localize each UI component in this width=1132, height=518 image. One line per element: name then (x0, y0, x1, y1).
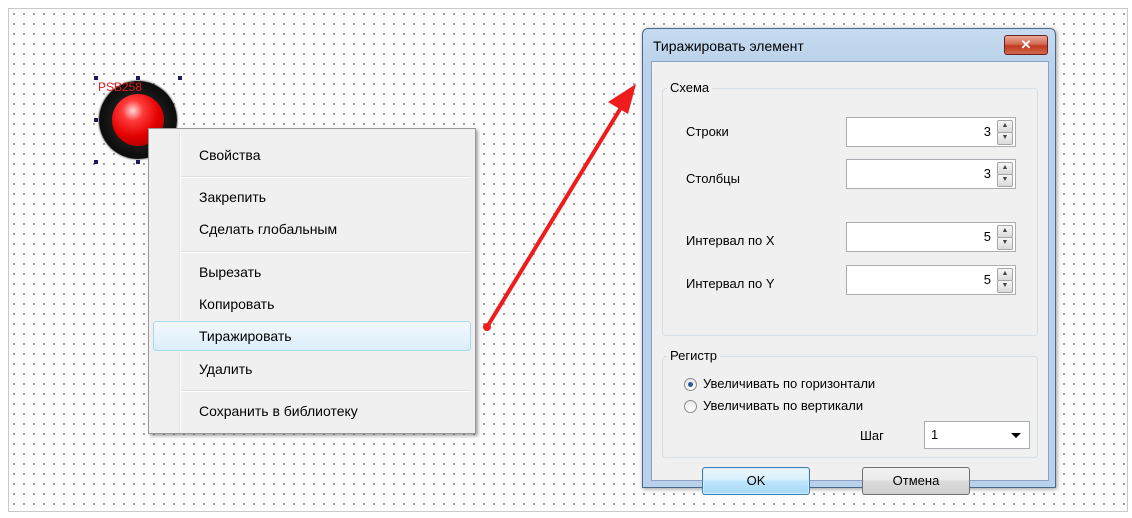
spin-down-icon[interactable]: ▼ (997, 280, 1013, 293)
interval-x-spin-buttons: ▲ ▼ (997, 225, 1013, 250)
step-select[interactable]: 1 (924, 421, 1030, 449)
interval-x-spinner[interactable]: 5 ▲ ▼ (846, 222, 1016, 252)
step-value: 1 (931, 427, 939, 442)
interval-y-spin-buttons: ▲ ▼ (997, 268, 1013, 293)
cols-spinner[interactable]: 3 ▲ ▼ (846, 159, 1016, 189)
register-group-title: Регистр (667, 348, 721, 363)
cols-label: Столбцы (686, 171, 740, 186)
rows-label: Строки (686, 124, 729, 139)
dialog-title: Тиражировать элемент (653, 38, 804, 54)
arrow-shaft (485, 104, 624, 329)
cols-spin-buttons: ▲ ▼ (997, 162, 1013, 187)
radio-vertical-label[interactable]: Увеличивать по вертикали (703, 398, 863, 413)
ok-button[interactable]: OK (702, 467, 810, 495)
chevron-down-icon (1011, 433, 1021, 438)
cancel-button[interactable]: Отмена (862, 467, 970, 495)
rows-spin-buttons: ▲ ▼ (997, 120, 1013, 145)
dialog-body: Схема Строки 3 ▲ ▼ Столбцы 3 ▲ ▼ Интерва… (651, 61, 1049, 495)
element-tag-label: PSB258 (98, 80, 143, 94)
replicate-dialog: Тиражировать элемент ✕ Схема Строки 3 ▲ … (642, 28, 1056, 495)
schema-group-title: Схема (667, 80, 713, 95)
arrow-head (608, 84, 636, 114)
interval-x-label: Интервал по X (686, 233, 775, 248)
spin-down-icon[interactable]: ▼ (997, 132, 1013, 145)
interval-x-value: 5 (983, 229, 991, 244)
rows-value: 3 (983, 124, 991, 139)
cols-value: 3 (983, 166, 991, 181)
radio-vertical[interactable] (684, 400, 697, 413)
spin-down-icon[interactable]: ▼ (997, 237, 1013, 250)
arrow-tail-dot (483, 323, 491, 331)
close-icon[interactable]: ✕ (1004, 35, 1048, 55)
radio-horizontal-label[interactable]: Увеличивать по горизонтали (703, 376, 875, 391)
spin-down-icon[interactable]: ▼ (997, 174, 1013, 187)
rows-spinner[interactable]: 3 ▲ ▼ (846, 117, 1016, 147)
interval-y-spinner[interactable]: 5 ▲ ▼ (846, 265, 1016, 295)
interval-y-label: Интервал по Y (686, 276, 775, 291)
step-label: Шаг (860, 428, 884, 443)
radio-horizontal[interactable] (684, 378, 697, 391)
interval-y-value: 5 (983, 272, 991, 287)
